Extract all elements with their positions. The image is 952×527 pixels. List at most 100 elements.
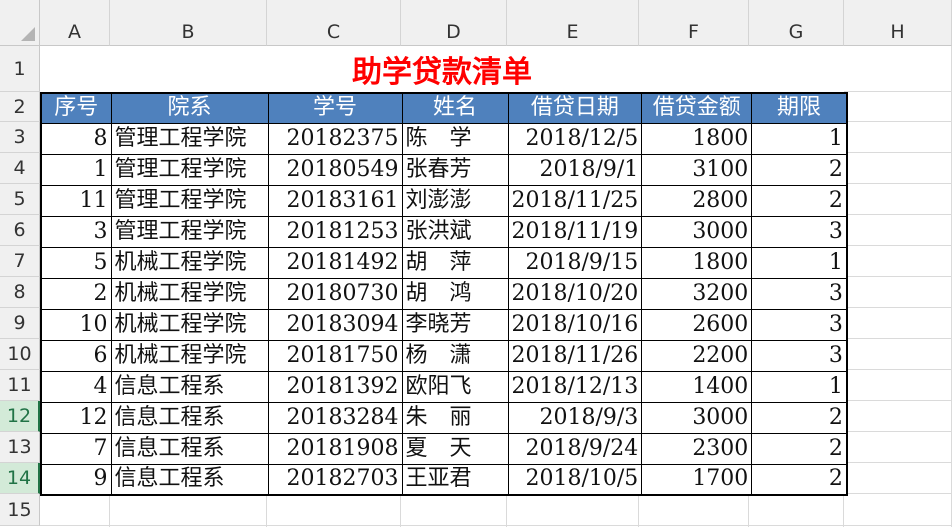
- table-cell[interactable]: 2018/11/19: [507, 215, 643, 248]
- row-header-14[interactable]: 14: [0, 463, 40, 494]
- table-cell[interactable]: 2: [751, 153, 848, 186]
- row-header-8[interactable]: 8: [0, 277, 40, 308]
- table-cell[interactable]: 7: [40, 432, 112, 465]
- column-header-f[interactable]: F: [639, 0, 749, 46]
- row-header-6[interactable]: 6: [0, 215, 40, 246]
- table-cell[interactable]: 机械工程学院: [110, 277, 269, 310]
- table-cell[interactable]: 朱 丽: [401, 401, 509, 434]
- table-cell[interactable]: 20181908: [267, 432, 403, 465]
- table-cell[interactable]: 2018/12/5: [507, 122, 643, 155]
- table-cell[interactable]: 3100: [641, 153, 753, 186]
- column-header-c[interactable]: C: [267, 0, 401, 46]
- table-cell[interactable]: 管理工程学院: [110, 122, 269, 155]
- column-header-h[interactable]: H: [844, 0, 952, 46]
- table-cell[interactable]: 20181253: [267, 215, 403, 248]
- header-cell[interactable]: 借贷金额: [641, 92, 753, 124]
- table-cell[interactable]: 3: [751, 308, 848, 341]
- table-cell[interactable]: 2200: [641, 339, 753, 372]
- table-cell[interactable]: 2800: [641, 184, 753, 217]
- table-cell[interactable]: 20183094: [267, 308, 403, 341]
- table-cell[interactable]: 5: [40, 246, 112, 279]
- row-header-13[interactable]: 13: [0, 432, 40, 463]
- table-cell[interactable]: 11: [40, 184, 112, 217]
- column-header-b[interactable]: B: [110, 0, 267, 46]
- row-header-4[interactable]: 4: [0, 153, 40, 184]
- table-cell[interactable]: 2018/9/3: [507, 401, 643, 434]
- spreadsheet[interactable]: ABCDEFGH 1 2 3 4 5 6 7 8 9 10 11 12 13 14 15 助学贷款清单 序号…: [0, 0, 952, 527]
- table-cell[interactable]: 2018/11/25: [507, 184, 643, 217]
- table-cell[interactable]: 1: [40, 153, 112, 186]
- table-cell[interactable]: 2018/9/1: [507, 153, 643, 186]
- sheet-title[interactable]: 助学贷款清单: [40, 46, 844, 92]
- table-cell[interactable]: 2018/11/26: [507, 339, 643, 372]
- table-cell[interactable]: 1400: [641, 370, 753, 403]
- table-cell[interactable]: 李晓芳: [401, 308, 509, 341]
- table-cell[interactable]: 欧阳飞: [401, 370, 509, 403]
- table-cell[interactable]: 1800: [641, 122, 753, 155]
- table-cell[interactable]: 信息工程系: [110, 370, 269, 403]
- table-cell[interactable]: 张洪斌: [401, 215, 509, 248]
- table-cell[interactable]: 1: [751, 122, 848, 155]
- header-cell[interactable]: 期限: [751, 92, 848, 124]
- table-cell[interactable]: 2: [751, 463, 848, 496]
- select-all-corner[interactable]: [0, 0, 40, 46]
- table-cell[interactable]: 信息工程系: [110, 401, 269, 434]
- table-cell[interactable]: 1800: [641, 246, 753, 279]
- table-cell[interactable]: 20181492: [267, 246, 403, 279]
- table-cell[interactable]: 2018/9/24: [507, 432, 643, 465]
- table-cell[interactable]: 2: [751, 184, 848, 217]
- table-cell[interactable]: 1: [751, 370, 848, 403]
- table-cell[interactable]: 2018/10/20: [507, 277, 643, 310]
- table-cell[interactable]: 胡 萍: [401, 246, 509, 279]
- row-header-12[interactable]: 12: [0, 401, 40, 432]
- table-cell[interactable]: 9: [40, 463, 112, 496]
- row-header-2[interactable]: 2: [0, 92, 40, 122]
- row-header-5[interactable]: 5: [0, 184, 40, 215]
- table-cell[interactable]: 2600: [641, 308, 753, 341]
- table-cell[interactable]: 20182375: [267, 122, 403, 155]
- table-cell[interactable]: 2018/10/16: [507, 308, 643, 341]
- table-cell[interactable]: 3: [751, 215, 848, 248]
- table-cell[interactable]: 3: [40, 215, 112, 248]
- table-cell[interactable]: 4: [40, 370, 112, 403]
- header-cell[interactable]: 序号: [40, 92, 112, 124]
- table-cell[interactable]: 20183161: [267, 184, 403, 217]
- table-cell[interactable]: 刘澎澎: [401, 184, 509, 217]
- row-header-7[interactable]: 7: [0, 246, 40, 277]
- table-cell[interactable]: 6: [40, 339, 112, 372]
- column-header-g[interactable]: G: [749, 0, 844, 46]
- header-cell[interactable]: 借贷日期: [507, 92, 643, 124]
- table-cell[interactable]: 张春芳: [401, 153, 509, 186]
- row-header-10[interactable]: 10: [0, 339, 40, 370]
- table-cell[interactable]: 2300: [641, 432, 753, 465]
- table-cell[interactable]: 8: [40, 122, 112, 155]
- table-cell[interactable]: 20180549: [267, 153, 403, 186]
- table-cell[interactable]: 2018/9/15: [507, 246, 643, 279]
- table-cell[interactable]: 机械工程学院: [110, 308, 269, 341]
- table-cell[interactable]: 20181750: [267, 339, 403, 372]
- table-cell[interactable]: 1700: [641, 463, 753, 496]
- table-cell[interactable]: 1: [751, 246, 848, 279]
- table-cell[interactable]: 2: [751, 432, 848, 465]
- row-header-11[interactable]: 11: [0, 370, 40, 401]
- table-cell[interactable]: 2: [751, 401, 848, 434]
- table-cell[interactable]: 20181392: [267, 370, 403, 403]
- row-header-15[interactable]: 15: [0, 494, 40, 526]
- table-cell[interactable]: 3200: [641, 277, 753, 310]
- table-cell[interactable]: 信息工程系: [110, 463, 269, 496]
- table-cell[interactable]: 3: [751, 339, 848, 372]
- table-cell[interactable]: 20182703: [267, 463, 403, 496]
- table-cell[interactable]: 杨 潇: [401, 339, 509, 372]
- table-cell[interactable]: 20180730: [267, 277, 403, 310]
- row-header-3[interactable]: 3: [0, 122, 40, 153]
- table-cell[interactable]: 2018/12/13: [507, 370, 643, 403]
- table-cell[interactable]: 2: [40, 277, 112, 310]
- column-header-e[interactable]: E: [507, 0, 639, 46]
- table-cell[interactable]: 机械工程学院: [110, 339, 269, 372]
- table-cell[interactable]: 10: [40, 308, 112, 341]
- table-cell[interactable]: 王亚君: [401, 463, 509, 496]
- table-cell[interactable]: 3000: [641, 401, 753, 434]
- column-header-a[interactable]: A: [40, 0, 110, 46]
- header-cell[interactable]: 院系: [110, 92, 269, 124]
- table-cell[interactable]: 管理工程学院: [110, 184, 269, 217]
